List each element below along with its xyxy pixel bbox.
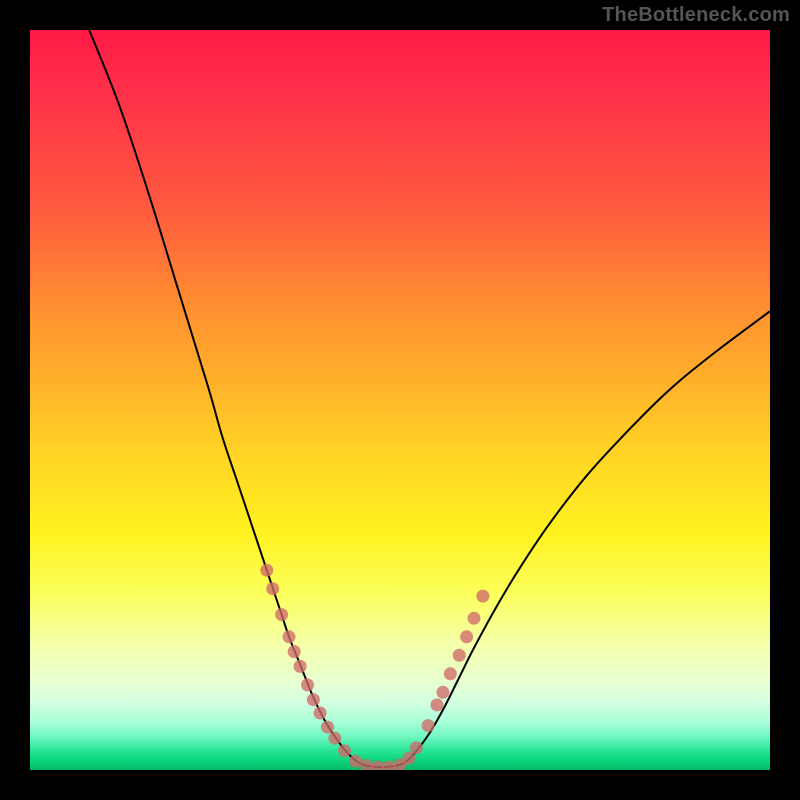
marker-dot — [301, 678, 314, 691]
marker-dot — [328, 732, 341, 745]
marker-dot — [260, 564, 273, 577]
dots-group — [260, 564, 489, 770]
marker-dot — [349, 755, 362, 768]
left-curve — [89, 30, 363, 765]
marker-dot — [431, 698, 444, 711]
marker-dot — [314, 707, 327, 720]
marker-dot — [476, 590, 489, 603]
marker-dot — [288, 645, 301, 658]
marker-dot — [275, 608, 288, 621]
marker-dot — [266, 582, 279, 595]
marker-dot — [307, 693, 320, 706]
marker-dot — [410, 741, 423, 754]
marker-dot — [338, 744, 351, 757]
plot-area — [30, 30, 770, 770]
marker-dot — [468, 612, 481, 625]
watermark-text: TheBottleneck.com — [602, 4, 790, 27]
marker-dot — [321, 721, 334, 734]
marker-dot — [444, 667, 457, 680]
marker-dot — [436, 686, 449, 699]
chart-frame: TheBottleneck.com — [0, 0, 800, 800]
marker-dot — [283, 630, 296, 643]
marker-dot — [460, 630, 473, 643]
marker-dot — [453, 649, 466, 662]
marker-dot — [422, 719, 435, 732]
marker-dot — [382, 761, 395, 770]
marker-dot — [371, 761, 384, 770]
chart-svg — [30, 30, 770, 770]
marker-dot — [294, 660, 307, 673]
marker-dot — [360, 759, 373, 770]
right-curve — [400, 311, 770, 765]
